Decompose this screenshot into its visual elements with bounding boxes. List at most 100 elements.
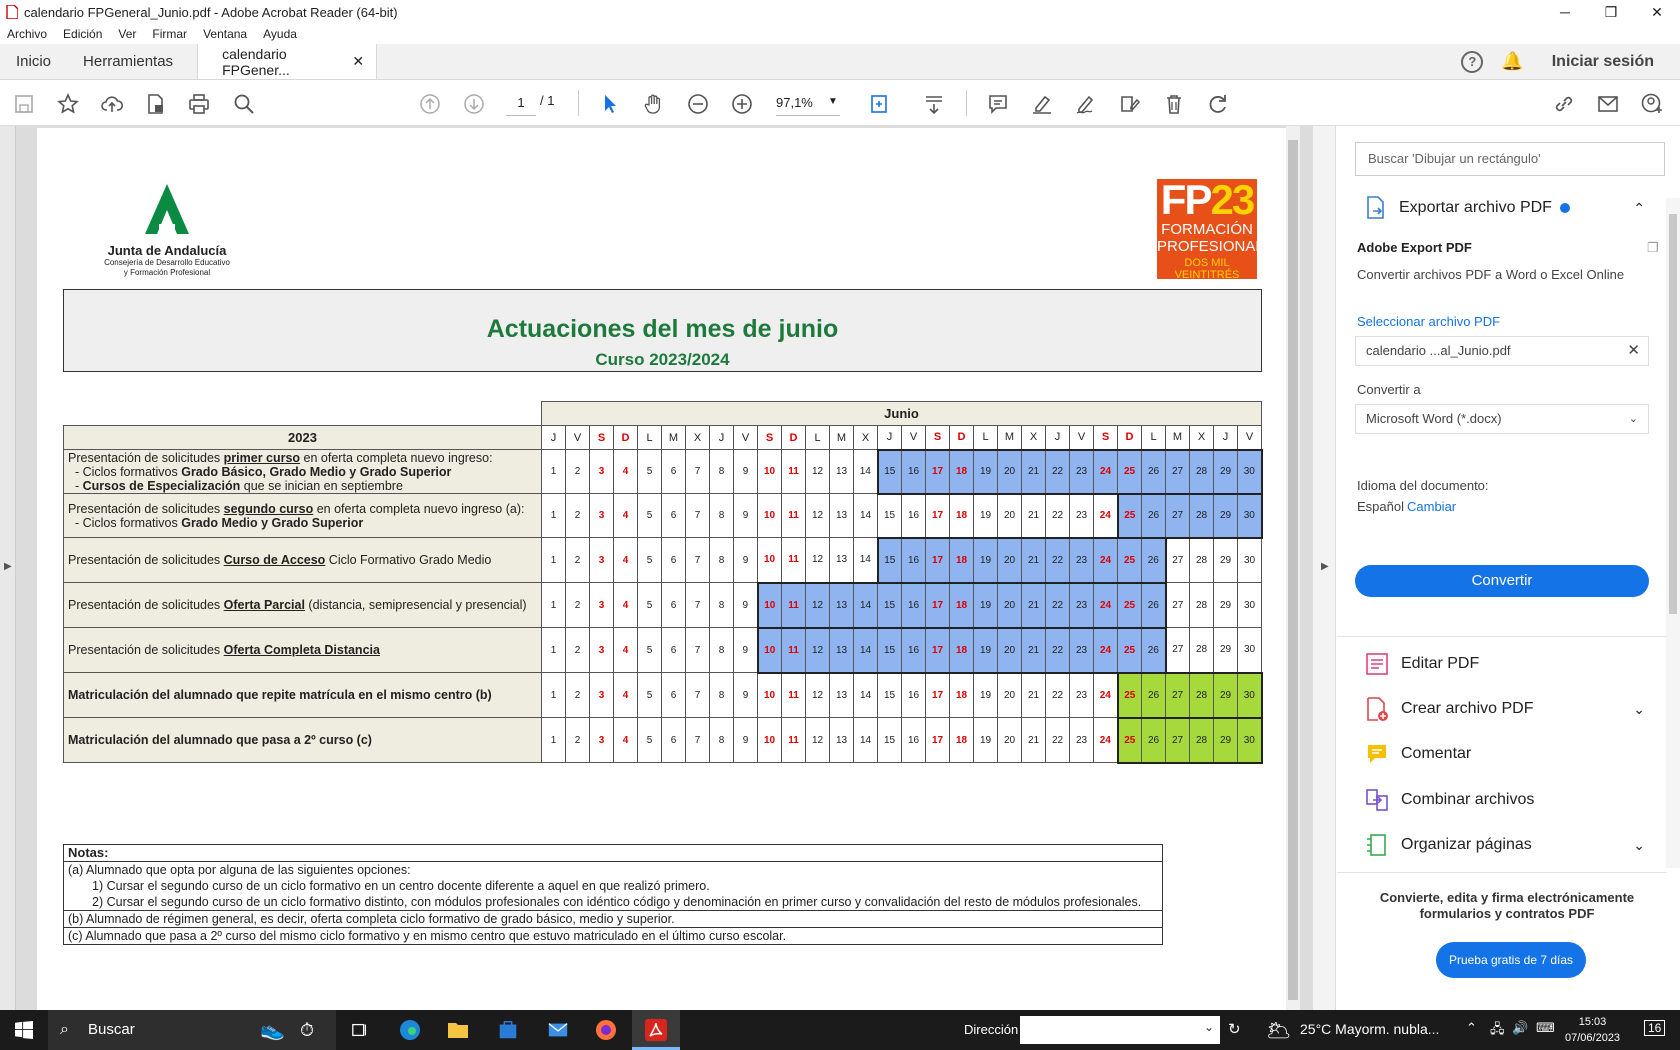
tab-document[interactable]: calendario FPGener... ✕ (197, 44, 378, 79)
convert-button[interactable]: Convertir (1355, 565, 1649, 597)
clock[interactable]: 15:03 07/06/2023 (1565, 1014, 1620, 1046)
volume-icon[interactable]: 🔊 (1512, 1020, 1528, 1036)
panel-scrollbar[interactable] (1666, 198, 1680, 868)
input-method-icon[interactable]: ⌨ (1536, 1020, 1555, 1036)
combine-tool[interactable]: Combinar archivos (1365, 788, 1645, 812)
format-value: Microsoft Word (*.docx) (1366, 411, 1502, 426)
edit-pdf-tool[interactable]: Editar PDF (1365, 652, 1645, 676)
chevron-up-icon[interactable]: ⌃ (1633, 200, 1645, 217)
day-cell: 17 (925, 626, 950, 674)
label-segment: en oferta completa nuevo ingreso (a): (313, 501, 525, 516)
document-scrollbar[interactable] (1286, 126, 1300, 1010)
collapse-right-icon[interactable]: ▶ (1321, 561, 1329, 572)
day-cell: 27 (1165, 537, 1190, 583)
select-cursor-icon[interactable] (598, 92, 622, 116)
hand-tool-icon[interactable] (642, 92, 666, 116)
label-segment: Curso de Acceso (223, 553, 326, 567)
maximize-button[interactable]: ❐ (1588, 0, 1634, 24)
bell-icon[interactable]: 🔔 (1501, 51, 1523, 72)
menu-ventana[interactable]: Ventana (203, 27, 247, 41)
format-select[interactable]: Microsoft Word (*.docx) ⌄ (1355, 404, 1649, 434)
signin-link[interactable]: Iniciar sesión (1552, 53, 1654, 71)
copy-icon[interactable]: ❐ (1647, 240, 1659, 256)
upload-cloud-icon[interactable] (100, 92, 124, 116)
acrobat-taskbar-item[interactable] (632, 1010, 680, 1050)
store-icon[interactable] (496, 1018, 520, 1042)
doc-subtitle: Curso 2023/2024 (595, 350, 730, 369)
mail-icon[interactable] (546, 1018, 570, 1042)
page-number-input[interactable]: 1 (506, 90, 536, 116)
save-icon[interactable] (12, 92, 36, 116)
day-cell: 12 (805, 717, 830, 763)
organize-chevron-icon[interactable]: ⌄ (1633, 837, 1645, 854)
taskbar-search-input[interactable]: ⌕ Buscar 👟 ⏱ (48, 1010, 336, 1050)
comment-icon[interactable] (986, 92, 1010, 116)
menu-edicion[interactable]: Edición (63, 27, 102, 41)
zoom-chevron-icon[interactable]: ▼ (828, 96, 838, 107)
scroll-thumb[interactable] (1288, 140, 1298, 1000)
edge-icon[interactable] (398, 1018, 422, 1042)
notifications-count[interactable]: 16 (1644, 1020, 1666, 1036)
scroll-mode-icon[interactable] (922, 92, 946, 116)
add-user-icon[interactable] (1640, 92, 1664, 116)
zoom-out-icon[interactable] (686, 92, 710, 116)
select-file-link[interactable]: Seleccionar archivo PDF (1357, 314, 1500, 329)
highlight-pen-icon[interactable] (1030, 92, 1054, 116)
zoom-in-icon[interactable] (730, 92, 754, 116)
weekday-cell: L (973, 425, 998, 450)
trial-button[interactable]: Prueba gratis de 7 días (1436, 942, 1586, 978)
right-panel-toggle[interactable]: ▶ (1312, 126, 1336, 1010)
tab-herramientas[interactable]: Herramientas (67, 44, 189, 79)
file-lock-icon[interactable] (144, 92, 168, 116)
expand-left-icon[interactable]: ▶ (4, 561, 12, 572)
menu-firmar[interactable]: Firmar (152, 27, 187, 41)
search-icon[interactable] (232, 92, 256, 116)
export-pdf-label: Exportar archivo PDF (1399, 199, 1552, 216)
menu-archivo[interactable]: Archivo (7, 27, 47, 41)
share-link-icon[interactable] (1552, 92, 1576, 116)
address-input[interactable]: ⌄ (1020, 1016, 1220, 1044)
panel-scroll-thumb[interactable] (1669, 214, 1677, 614)
print-icon[interactable] (187, 92, 211, 116)
tray-chevron-icon[interactable]: ⌃ (1466, 1020, 1477, 1036)
rotate-icon[interactable] (1206, 92, 1230, 116)
file-explorer-icon[interactable] (446, 1018, 470, 1042)
organize-tool[interactable]: Organizar páginas ⌄ (1365, 833, 1645, 857)
address-chevron-icon[interactable]: ⌄ (1204, 1020, 1214, 1034)
clear-file-icon[interactable]: ✕ (1627, 337, 1640, 365)
create-pdf-tool[interactable]: Crear archivo PDF ⌄ (1365, 697, 1645, 721)
menu-ayuda[interactable]: Ayuda (263, 27, 297, 41)
stamp-icon[interactable] (1118, 92, 1142, 116)
selected-file-field[interactable]: calendario ...al_Junio.pdf ✕ (1355, 336, 1649, 366)
fit-page-icon[interactable] (868, 92, 892, 116)
day-cell: 26 (1141, 626, 1167, 674)
create-chevron-icon[interactable]: ⌄ (1633, 701, 1645, 718)
help-icon[interactable]: ? (1461, 50, 1484, 73)
day-cell: 18 (949, 581, 974, 629)
firefox-icon[interactable] (594, 1018, 618, 1042)
comment-tool[interactable]: Comentar (1365, 742, 1645, 766)
trash-icon[interactable] (1162, 92, 1186, 116)
windows-start-icon[interactable] (12, 1018, 36, 1042)
sign-icon[interactable] (1074, 92, 1098, 116)
minimize-button[interactable]: ─ (1542, 0, 1588, 24)
export-pdf-header[interactable]: Exportar archivo PDF ⌃ (1365, 196, 1645, 220)
task-view-icon[interactable] (348, 1018, 372, 1042)
refresh-icon[interactable]: ↻ (1228, 1020, 1241, 1038)
email-icon[interactable] (1596, 92, 1620, 116)
page-down-icon[interactable] (462, 92, 486, 116)
menu-ver[interactable]: Ver (118, 27, 136, 41)
day-cell: 28 (1189, 671, 1214, 719)
close-window-button[interactable]: ✕ (1634, 0, 1680, 24)
day-cell: 19 (973, 717, 998, 763)
star-icon[interactable] (56, 92, 80, 116)
tab-bar: Inicio Herramientas calendario FPGener..… (0, 44, 1680, 80)
close-tab-icon[interactable]: ✕ (352, 53, 364, 70)
left-panel-toggle[interactable]: ▶ (0, 126, 16, 1010)
page-up-icon[interactable] (418, 92, 442, 116)
day-cell: 12 (805, 537, 830, 583)
network-icon[interactable]: 🖧 (1490, 1020, 1505, 1042)
change-lang-link[interactable]: Cambiar (1407, 499, 1456, 514)
tools-search-input[interactable]: Buscar 'Dibujar un rectángulo' (1355, 142, 1665, 176)
tab-inicio[interactable]: Inicio (0, 44, 67, 79)
